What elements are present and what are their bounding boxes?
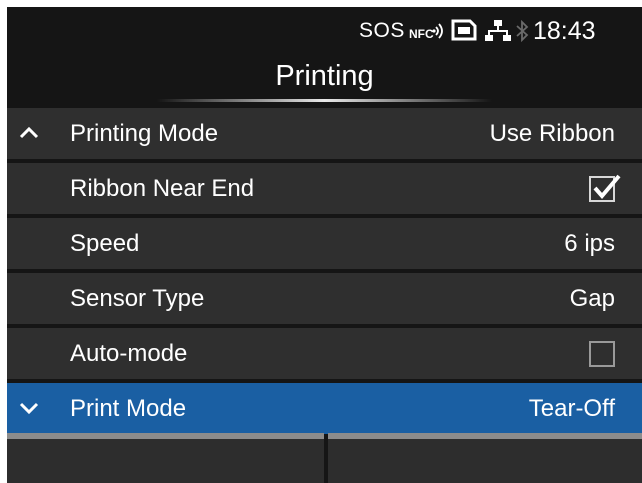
auto-mode-checkbox[interactable] [589,341,615,367]
lan-icon [485,20,511,41]
row-label: Print Mode [70,395,187,422]
bluetooth-icon [516,20,529,42]
row-value: Gap [569,285,615,312]
row-print-mode[interactable]: Print Mode Tear-Off [7,383,642,434]
softkey-left[interactable] [7,433,324,483]
row-auto-mode[interactable]: Auto-mode [7,328,642,379]
ribbon-near-end-checkbox[interactable] [589,174,621,202]
row-speed[interactable]: Speed 6 ips [7,218,642,269]
sd-card-icon [451,19,477,41]
title-underline [157,99,492,102]
softkey-bar [7,433,642,483]
settings-list: Printing Mode Use Ribbon Ribbon Near End… [7,108,642,438]
row-label: Printing Mode [70,120,219,147]
chevron-up-icon[interactable] [17,121,41,145]
row-ribbon-near-end[interactable]: Ribbon Near End [7,163,642,214]
row-sensor-type[interactable]: Sensor Type Gap [7,273,642,324]
softkey-right[interactable] [328,433,642,483]
row-value: 6 ips [564,230,615,257]
row-label: Auto-mode [70,340,188,367]
page-title: Printing [275,60,374,92]
chevron-down-icon[interactable] [17,396,41,420]
row-value: Tear-Off [528,395,615,422]
row-value: Use Ribbon [489,120,615,147]
row-label: Speed [70,230,140,257]
row-label: Ribbon Near End [70,175,255,202]
printer-display: SOS NFC 18:43 Printing Printing Mode Use… [7,7,642,483]
clock-time: 18:43 [533,17,596,45]
checkmark-icon [593,174,621,200]
nfc-icon: NFC [409,23,443,41]
sos-indicator: SOS [359,19,405,42]
svg-text:NFC: NFC [409,27,434,41]
row-printing-mode[interactable]: Printing Mode Use Ribbon [7,108,642,159]
status-bar: SOS NFC 18:43 [7,7,642,51]
row-label: Sensor Type [70,285,205,312]
